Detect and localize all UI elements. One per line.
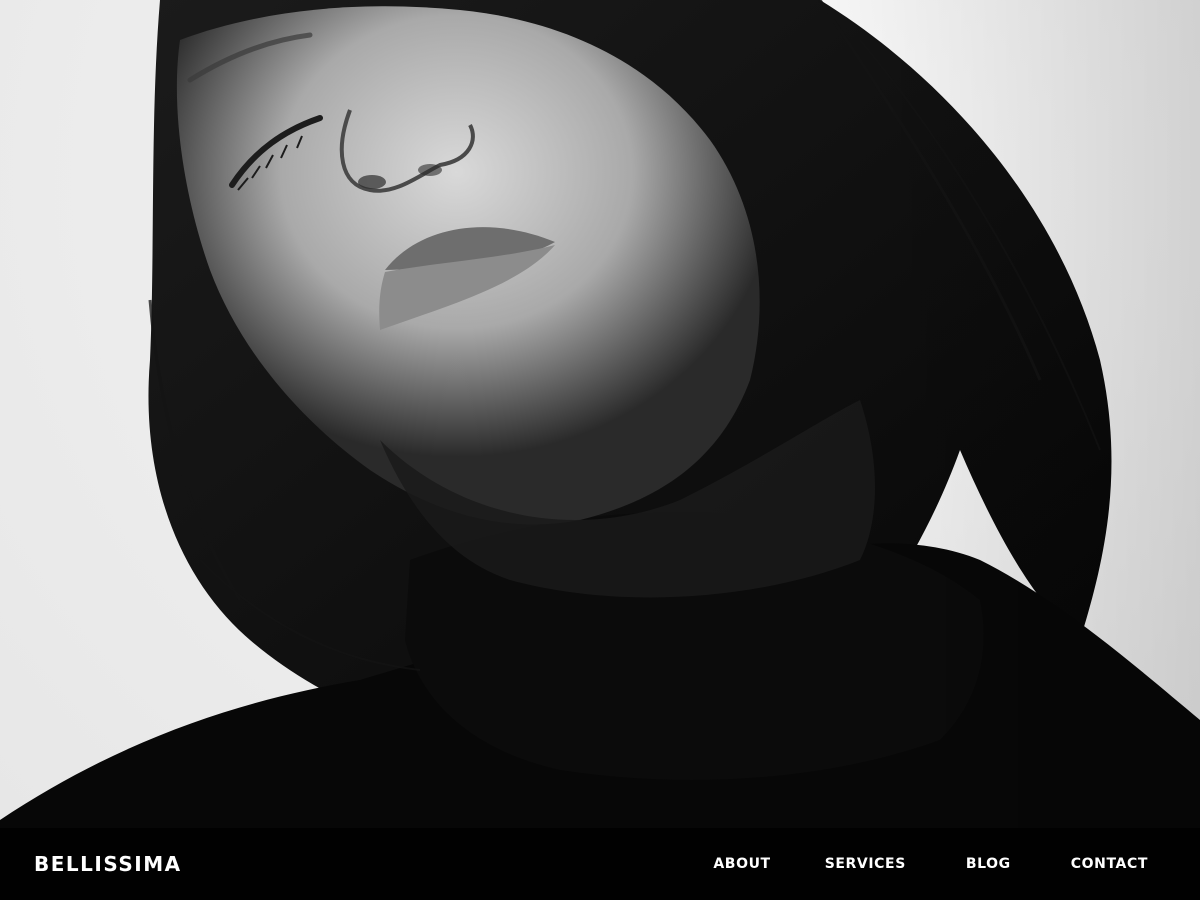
nav-item-about: ABOUT (713, 846, 770, 882)
nav-item-blog: BLOG (966, 846, 1011, 882)
site-navbar: BELLISSIMA ABOUT SERVICES BLOG CONTACT (0, 828, 1200, 900)
brand-logo-link[interactable]: BELLISSIMA (34, 852, 182, 876)
main-navigation: ABOUT SERVICES BLOG CONTACT (713, 846, 1148, 882)
nav-link-about[interactable]: ABOUT (713, 846, 770, 882)
hero-portrait-image (0, 0, 1200, 900)
nav-item-services: SERVICES (825, 846, 906, 882)
portrait-illustration (0, 0, 1200, 900)
page: BELLISSIMA ABOUT SERVICES BLOG CONTACT (0, 0, 1200, 900)
nav-link-contact[interactable]: CONTACT (1071, 846, 1148, 882)
nav-item-contact: CONTACT (1071, 846, 1148, 882)
nav-link-services[interactable]: SERVICES (825, 846, 906, 882)
nav-link-blog[interactable]: BLOG (966, 846, 1011, 882)
